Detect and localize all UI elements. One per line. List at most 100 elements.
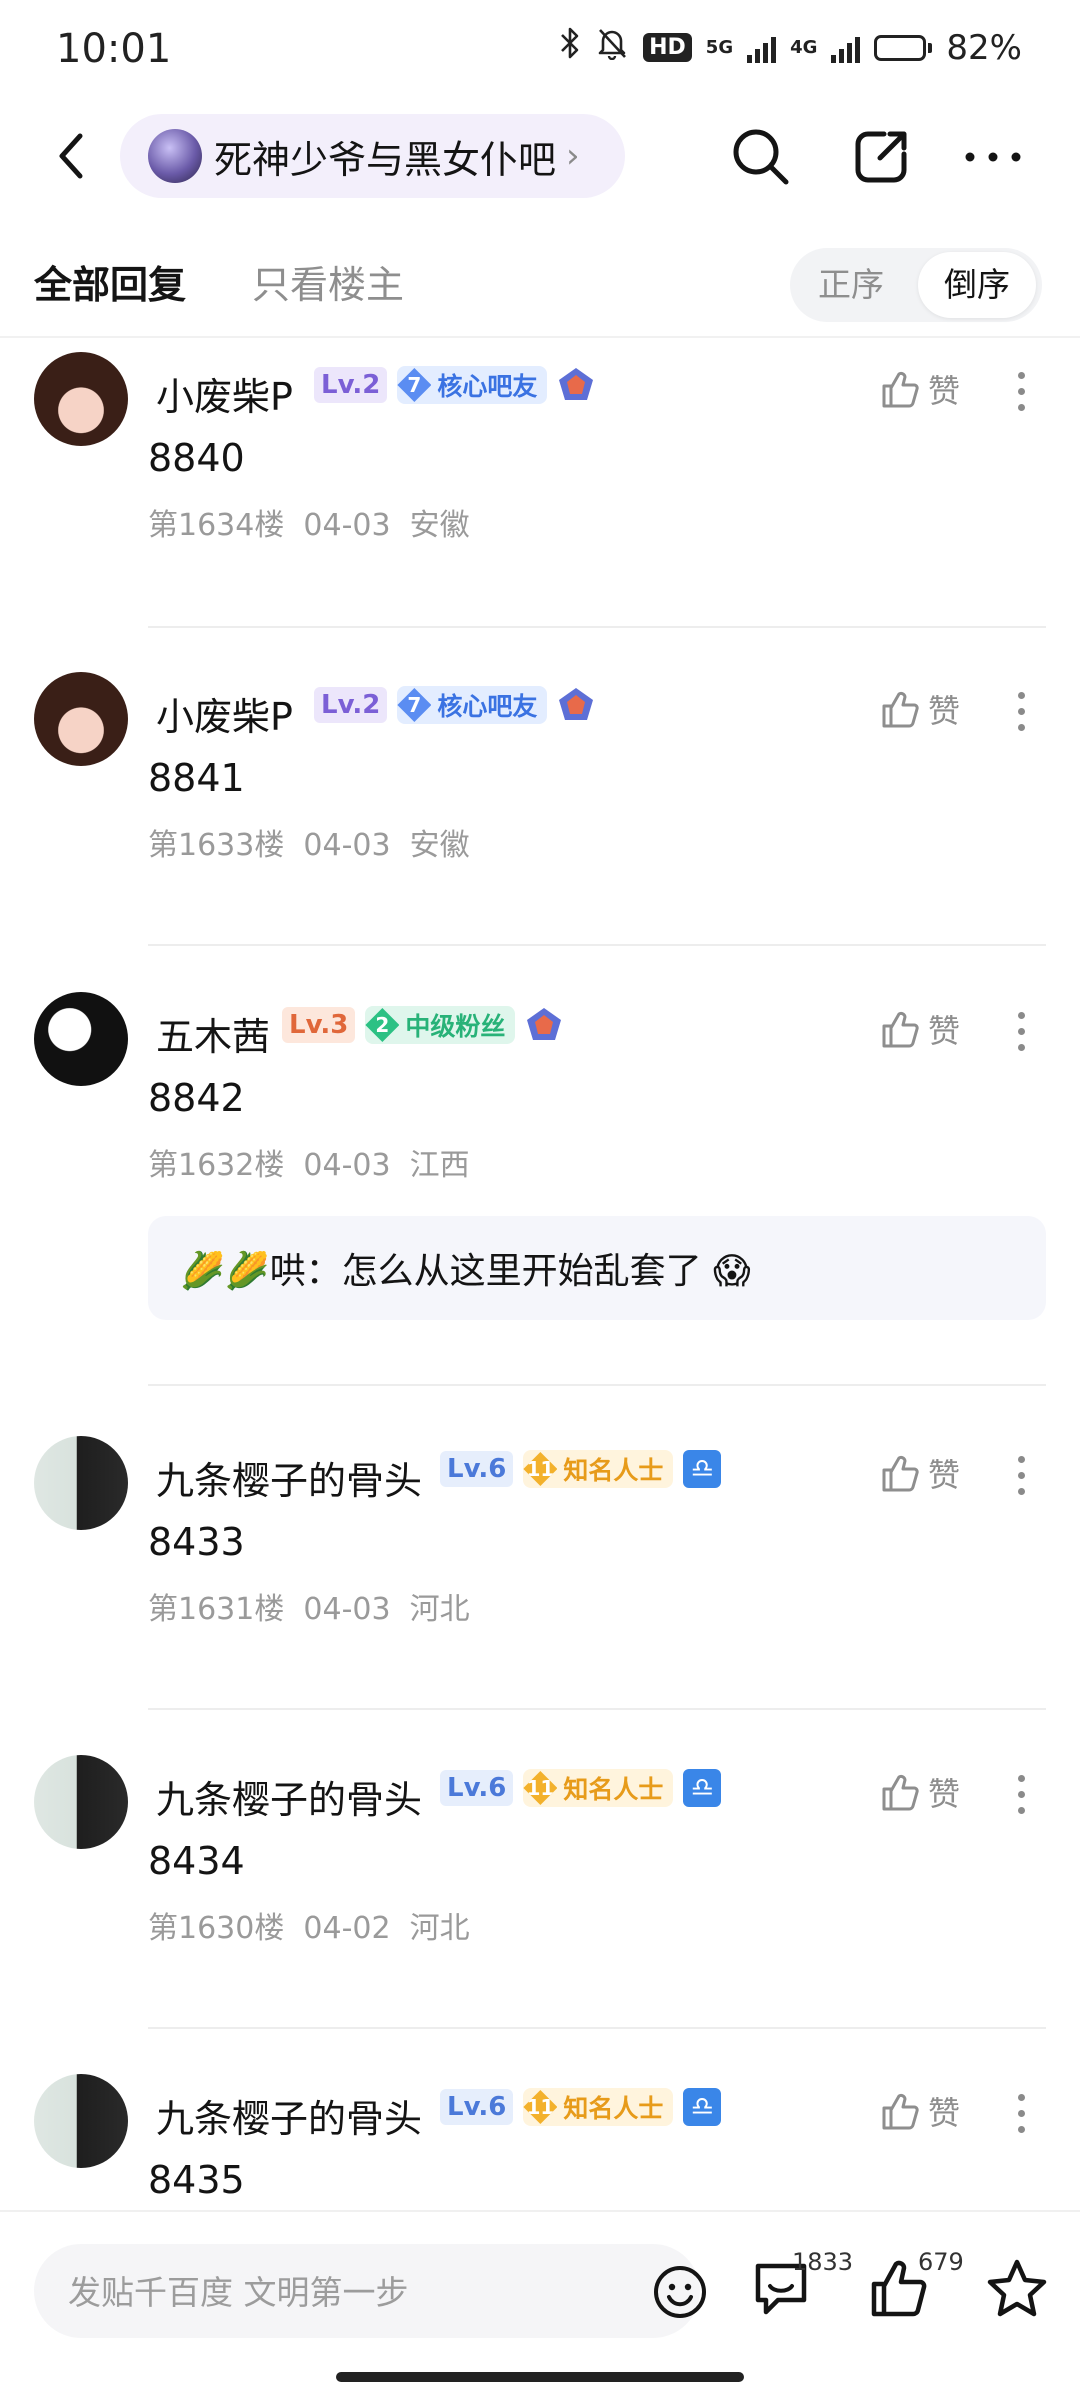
level-badge: Lv.6 (440, 1770, 514, 1806)
order-asc-button[interactable]: 正序 (790, 248, 912, 322)
like-label: 赞 (928, 692, 961, 730)
forum-link[interactable]: 死神少爷与黑女仆吧 › (120, 114, 625, 198)
thumb-up-icon (882, 691, 919, 728)
level-badge: Lv.2 (314, 367, 388, 403)
chevron-right-icon: › (566, 136, 580, 176)
like-button[interactable]: 赞 (878, 686, 960, 732)
thumb-up-icon (882, 371, 919, 408)
like-label: 赞 (928, 1012, 961, 1050)
like-button[interactable]: 赞 (878, 1450, 960, 1496)
post-item: 九条樱子的骨头 Lv.6 11 知名人士 ♎ 赞 8435 (0, 2062, 1080, 2210)
medal-icon (559, 368, 594, 400)
fan-tag-badge: 11 知名人士 (523, 1769, 674, 1807)
diamond-icon: 7 (397, 368, 432, 402)
medal-icon (559, 688, 594, 720)
diamond-icon: 11 (523, 1771, 558, 1805)
thumb-up-icon (882, 1011, 919, 1048)
fan-tag-badge: 7 核心吧友 (397, 366, 548, 404)
back-arrow-icon[interactable] (44, 126, 104, 186)
post-item: 小废柴P Lv.2 7 核心吧友 赞 8841 第1633楼 04-03 安徽 (0, 660, 1080, 950)
like-label: 赞 (928, 2094, 961, 2132)
top-bar: 死神少爷与黑女仆吧 › (0, 108, 1080, 204)
battery-percent: 82% (946, 27, 1022, 68)
search-icon[interactable] (726, 122, 796, 192)
signal-4g-icon (831, 33, 861, 63)
medal-icon (527, 1008, 562, 1040)
post-content: 8435 (148, 2158, 245, 2202)
more-vertical-icon[interactable] (1006, 1012, 1036, 1056)
signal-5g-icon (747, 33, 777, 63)
reply-input[interactable] (66, 2244, 610, 2340)
username[interactable]: 九条樱子的骨头 (156, 2088, 422, 2143)
order-desc-button[interactable]: 倒序 (918, 252, 1036, 318)
share-icon[interactable] (846, 122, 916, 192)
post-meta: 第1634楼 04-03 安徽 (148, 508, 470, 543)
level-badge: Lv.3 (282, 1007, 356, 1043)
post-meta: 第1631楼 04-03 河北 (148, 1592, 470, 1627)
post-content: 8841 (148, 756, 245, 800)
post-item: 九条樱子的骨头 Lv.6 11 知名人士 ♎ 赞 8433 第1631楼 04-0… (0, 1424, 1080, 1714)
forum-avatar (148, 129, 202, 183)
username[interactable]: 小废柴P (156, 366, 293, 421)
more-vertical-icon[interactable] (1006, 1456, 1036, 1500)
thumb-up-icon (882, 1455, 919, 1492)
libra-icon: ♎ (683, 1450, 722, 1488)
network-5g-label: 5G (705, 36, 734, 58)
diamond-icon: 11 (523, 2090, 558, 2124)
more-vertical-icon[interactable] (1006, 692, 1036, 736)
diamond-icon: 7 (397, 688, 432, 722)
username[interactable]: 九条樱子的骨头 (156, 1769, 422, 1824)
avatar[interactable] (34, 992, 128, 1086)
sub-reply[interactable]: 🌽🌽哄：怎么从这里开始乱套了 😱 (148, 1216, 1046, 1320)
tab-all-replies[interactable]: 全部回复 (34, 254, 186, 309)
battery-icon (874, 34, 933, 61)
avatar[interactable] (34, 2074, 128, 2168)
libra-icon: ♎ (683, 2088, 722, 2126)
post-divider (148, 2027, 1046, 2029)
tab-op-only[interactable]: 只看楼主 (252, 254, 404, 309)
star-icon[interactable] (984, 2256, 1050, 2322)
reply-tabs: 全部回复 只看楼主 正序 倒序 (0, 236, 1080, 332)
level-badge: Lv.6 (440, 1451, 514, 1487)
post-divider (148, 944, 1046, 946)
like-label: 赞 (928, 1456, 961, 1494)
network-4g-label: 4G (790, 36, 818, 58)
like-button[interactable]: 赞 (878, 2088, 960, 2134)
username[interactable]: 小废柴P (156, 686, 293, 741)
post-meta: 第1632楼 04-03 江西 (148, 1148, 470, 1183)
diamond-icon: 11 (523, 1452, 558, 1486)
post-divider (148, 1708, 1046, 1710)
level-badge: Lv.6 (440, 2089, 514, 2125)
level-badge: Lv.2 (314, 687, 388, 723)
more-horizontal-icon[interactable] (958, 122, 1028, 192)
home-indicator[interactable] (336, 2372, 744, 2382)
reply-input-container (34, 2244, 706, 2340)
avatar[interactable] (34, 672, 128, 766)
post-item: 九条樱子的骨头 Lv.6 11 知名人士 ♎ 赞 8434 第1630楼 04-0… (0, 1743, 1080, 2033)
thumb-up-icon (882, 1774, 919, 1811)
bluetooth-icon (559, 26, 581, 69)
post-item: 五木茜 Lv.3 2 中级粉丝 赞 8842 第1632楼 04-03 江西 🌽🌽… (0, 980, 1080, 1390)
order-toggle: 正序 倒序 (790, 248, 1042, 322)
post-meta: 第1630楼 04-02 河北 (148, 1911, 470, 1946)
post-content: 8434 (148, 1839, 245, 1883)
like-button[interactable]: 赞 (878, 1769, 960, 1815)
status-time: 10:01 (56, 26, 172, 72)
avatar[interactable] (34, 352, 128, 446)
avatar[interactable] (34, 1436, 128, 1530)
emoji-icon[interactable] (652, 2264, 708, 2320)
status-bar: 10:01 HD 5G 4G 82% (0, 0, 1080, 100)
sub-reply-text: 🌽🌽哄：怎么从这里开始乱套了 😱 (180, 1251, 751, 1292)
fan-tag-badge: 11 知名人士 (523, 2088, 674, 2126)
username[interactable]: 五木茜 (156, 1006, 270, 1061)
comment-count: 1833 (792, 2248, 854, 2276)
post-divider (148, 1384, 1046, 1386)
more-vertical-icon[interactable] (1006, 2094, 1036, 2138)
like-button[interactable]: 赞 (878, 1006, 960, 1052)
like-button[interactable]: 赞 (878, 366, 960, 412)
more-vertical-icon[interactable] (1006, 372, 1036, 416)
avatar[interactable] (34, 1755, 128, 1849)
diamond-icon: 2 (365, 1008, 400, 1042)
more-vertical-icon[interactable] (1006, 1775, 1036, 1819)
username[interactable]: 九条樱子的骨头 (156, 1450, 422, 1505)
